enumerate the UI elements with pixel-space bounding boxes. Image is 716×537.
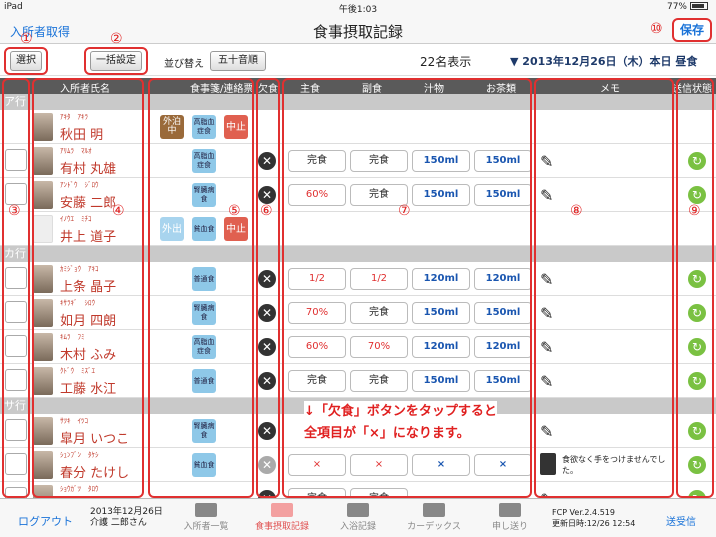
- marker-box-absent-col: [256, 78, 280, 498]
- status-time: 午後1:03: [338, 5, 378, 15]
- bulk-setting-button[interactable]: 一括設定: [90, 51, 142, 71]
- battery-percent: 77%: [666, 2, 687, 12]
- version-label: FCP Ver.2.4.519: [552, 508, 615, 517]
- current-date: 2013年12月26日: [90, 507, 163, 517]
- marker-box-sync-col: [676, 78, 714, 498]
- warning-icon: [499, 503, 521, 517]
- sort-button[interactable]: 五十音順: [210, 51, 266, 71]
- marker-9: ⑨: [688, 203, 701, 219]
- updated-time: 更新日時:12/26 12:54: [552, 519, 636, 528]
- marker-5: ⑤: [228, 203, 241, 219]
- toolbar: ① 選択 ② 一括設定 並び替え 五十音順 22名表示 ▼ 2013年12月26…: [0, 32, 716, 76]
- tab-handover[interactable]: 申し送り: [480, 499, 540, 537]
- marker-2: ②: [110, 31, 123, 47]
- marker-6: ⑥: [260, 203, 273, 219]
- bath-icon: [347, 503, 369, 517]
- sort-label: 並び替え: [164, 59, 204, 70]
- marker-box-diet-col: [148, 78, 254, 498]
- battery-indicator: 77%: [667, 2, 708, 12]
- user-info: 2013年12月26日 介護 二郎さん: [90, 507, 163, 529]
- marker-box-checkbox-col: [2, 78, 30, 498]
- version-info: FCP Ver.2.4.519 更新日時:12/26 12:54: [552, 507, 635, 529]
- meal-date-selector[interactable]: ▼ 2013年12月26日（木）本日 昼食: [510, 53, 697, 69]
- marker-1: ①: [20, 31, 33, 47]
- annotation-line-2: 全項目が「×」になります。: [304, 426, 470, 441]
- sync-button[interactable]: 送受信: [666, 513, 696, 528]
- people-icon: [195, 503, 217, 517]
- tab-resident-list[interactable]: 入所者一覧: [176, 499, 236, 537]
- tab-meal-record[interactable]: 食事摂取記録: [252, 499, 312, 537]
- grid-icon: [423, 503, 445, 517]
- select-button[interactable]: 選択: [10, 51, 42, 71]
- annotation-line-1: ↓「欠食」ボタンをタップすると: [304, 404, 497, 419]
- marker-box-memo-col: [534, 78, 674, 498]
- marker-7: ⑦: [398, 203, 411, 219]
- marker-box-name-col: [32, 78, 144, 498]
- marker-4: ④: [112, 203, 125, 219]
- tab-bath-record[interactable]: 入浴記録: [328, 499, 388, 537]
- current-user: 介護 二郎さん: [90, 518, 147, 528]
- nav-bar: 入所者取得 食事摂取記録 保存 ⑩: [0, 16, 716, 44]
- tab-bar: ログアウト 2013年12月26日 介護 二郎さん 入所者一覧 食事摂取記録 入…: [0, 498, 716, 537]
- battery-icon: [690, 2, 708, 10]
- marker-10: ⑩: [650, 21, 663, 37]
- absent-button-annotation: ↓「欠食」ボタンをタップすると 全項目が「×」になります。: [304, 401, 497, 445]
- marker-3: ③: [8, 203, 21, 219]
- status-bar: iPad 午後1:03 77%: [0, 0, 716, 16]
- page-title: 食事摂取記録: [312, 23, 403, 41]
- screen: iPad 午後1:03 77% 入所者取得 食事摂取記録 保存 ⑩ ① 選択 ②…: [0, 0, 716, 537]
- bowl-icon: [271, 503, 293, 517]
- logout-button[interactable]: ログアウト: [18, 513, 73, 529]
- resident-count: 22名表示: [420, 55, 472, 69]
- tab-kardex[interactable]: カーデックス: [404, 499, 464, 537]
- save-button[interactable]: 保存: [672, 18, 712, 42]
- marker-8: ⑧: [570, 203, 583, 219]
